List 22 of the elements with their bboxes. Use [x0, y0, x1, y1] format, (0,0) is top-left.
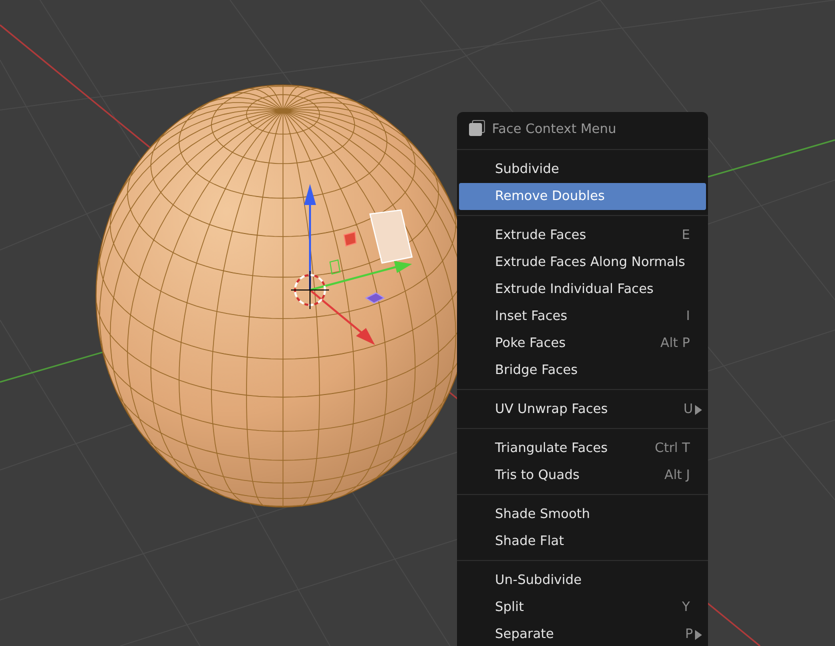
cube-icon [469, 122, 482, 136]
menu-item[interactable]: Poke Faces Alt P [459, 330, 706, 357]
menu-item[interactable]: Shade Flat [459, 528, 706, 555]
menu-item[interactable]: UV Unwrap Faces U [459, 396, 706, 423]
menu-item[interactable]: Remove Doubles [459, 183, 706, 210]
menu-item[interactable]: Shade Smooth [459, 501, 706, 528]
menu-item[interactable]: Split Y [459, 594, 706, 621]
menu-item[interactable]: Bridge Faces [459, 357, 706, 384]
menu-item[interactable]: Extrude Faces E [459, 222, 706, 249]
menu-item[interactable]: Separate P [459, 621, 706, 646]
menu-item[interactable]: Triangulate Faces Ctrl T [459, 435, 706, 462]
menu-item[interactable]: Subdivide [459, 156, 706, 183]
menu-title: Face Context Menu [492, 122, 616, 136]
transform-gizmo-drawing[interactable] [304, 184, 412, 345]
menu-item[interactable]: Inset Faces I [459, 303, 706, 330]
3d-viewport[interactable] [0, 0, 835, 646]
menu-item[interactable]: Extrude Individual Faces [459, 276, 706, 303]
menu-item[interactable]: Tris to Quads Alt J [459, 462, 706, 489]
selected-face [369, 209, 413, 264]
3d-cursor-icon [290, 270, 330, 310]
menu-item[interactable]: Un-Subdivide [459, 567, 706, 594]
menu-item[interactable]: Extrude Faces Along Normals [459, 249, 706, 276]
